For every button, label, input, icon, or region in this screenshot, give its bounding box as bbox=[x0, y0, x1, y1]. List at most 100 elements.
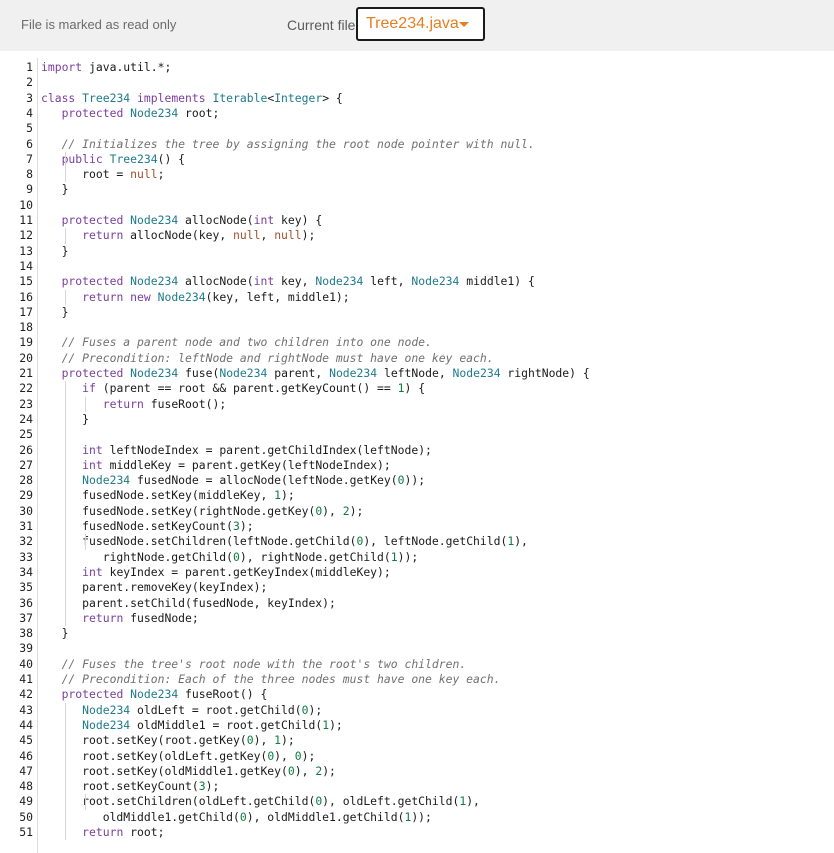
code-text: return allocNode(key, null, null); bbox=[82, 228, 316, 243]
code-text: // Fuses a parent node and two children … bbox=[61, 335, 432, 350]
current-file-name: Tree234.java bbox=[366, 15, 459, 32]
indent-guide bbox=[64, 381, 66, 627]
code-line: 7 public Tree234() { bbox=[0, 152, 834, 167]
code-line: 6 // Initializes the tree by assigning t… bbox=[0, 137, 834, 152]
code-text: protected Node234 allocNode(int key, Nod… bbox=[61, 274, 535, 289]
line-number: 21 bbox=[19, 366, 33, 380]
code-line: 27 int middleKey = parent.getKey(leftNod… bbox=[0, 458, 834, 473]
current-file-label: Current file: bbox=[287, 17, 360, 33]
line-number: 7 bbox=[26, 151, 33, 166]
code-line: 30 fusedNode.setKey(rightNode.getKey(0),… bbox=[0, 504, 834, 519]
code-line: 36 parent.setChild(fusedNode, keyIndex); bbox=[0, 596, 834, 611]
line-number: 8 bbox=[26, 167, 33, 182]
line-number: 25 bbox=[19, 427, 33, 442]
line-number: 45 bbox=[19, 733, 33, 748]
line-number: 24 bbox=[19, 411, 33, 426]
code-line: 39 bbox=[0, 641, 834, 656]
code-text: return fuseRoot(); bbox=[102, 396, 227, 411]
code-line: 22 if (parent == root && parent.getKeyCo… bbox=[0, 381, 834, 396]
line-number: 19 bbox=[19, 335, 33, 350]
code-line: 43 Node234 oldLeft = root.getChild(0); bbox=[0, 703, 834, 718]
code-text: // Fuses the tree's root node with the r… bbox=[61, 656, 467, 671]
code-line: 1 import java.util.*; bbox=[0, 60, 834, 75]
line-number: 32 bbox=[19, 534, 33, 549]
line-number: 38 bbox=[19, 626, 33, 641]
line-number: 2 bbox=[26, 75, 33, 90]
code-text: // Initializes the tree by assigning the… bbox=[61, 136, 535, 151]
code-text: import java.util.*; bbox=[41, 60, 172, 74]
code-line: 4 protected Node234 root; bbox=[0, 106, 834, 121]
editor-toolbar: File is marked as read only Current file… bbox=[0, 0, 834, 51]
code-line: 31 fusedNode.setKeyCount(3); bbox=[0, 519, 834, 534]
code-line: 14 bbox=[0, 259, 834, 274]
code-text: root.setKey(oldLeft.getKey(0), 0); bbox=[41, 748, 316, 763]
code-line: 50 oldMiddle1.getChild(0), oldMiddle1.ge… bbox=[0, 810, 834, 825]
line-number: 35 bbox=[19, 580, 33, 595]
line-number: 29 bbox=[19, 488, 33, 503]
line-number: 10 bbox=[19, 197, 33, 212]
code-line: 28 Node234 fusedNode = allocNode(leftNod… bbox=[0, 473, 834, 488]
code-editor[interactable]: 1 import java.util.*; 2 3 class Tree234 impl… bbox=[0, 58, 834, 853]
line-number: 49 bbox=[19, 794, 33, 809]
code-text: } bbox=[41, 243, 69, 258]
code-text: return new Node234(key, left, middle1); bbox=[82, 289, 350, 304]
code-text: oldMiddle1.getChild(0), oldMiddle1.getCh… bbox=[41, 809, 432, 824]
code-line: 46 root.setKey(oldLeft.getKey(0), 0); bbox=[0, 749, 834, 764]
code-text: protected Node234 root; bbox=[61, 105, 220, 120]
line-number: 14 bbox=[19, 258, 33, 273]
code-line: 40 // Fuses the tree's root node with th… bbox=[0, 657, 834, 672]
code-text: fusedNode.setChildren(leftNode.getChild(… bbox=[41, 534, 528, 549]
line-number: 36 bbox=[19, 595, 33, 610]
code-line: 2 bbox=[0, 75, 834, 90]
code-line: 44 Node234 oldMiddle1 = root.getChild(1)… bbox=[0, 718, 834, 733]
line-number: 42 bbox=[19, 687, 33, 702]
line-number: 15 bbox=[19, 274, 33, 289]
line-number: 9 bbox=[26, 182, 33, 197]
code-text: root.setKeyCount(3); bbox=[41, 779, 220, 794]
code-text: class Tree234 implements Iterable<Intege… bbox=[41, 90, 343, 105]
code-line: 15 protected Node234 allocNode(int key, … bbox=[0, 274, 834, 289]
line-number: 26 bbox=[19, 442, 33, 457]
code-line: 45 root.setKey(root.getKey(0), 1); bbox=[0, 733, 834, 748]
code-text: root.setKey(root.getKey(0), 1); bbox=[41, 733, 295, 748]
code-line: 51 return root; bbox=[0, 825, 834, 840]
current-file-dropdown[interactable]: Tree234.java bbox=[356, 7, 485, 41]
read-only-notice: File is marked as read only bbox=[21, 17, 177, 32]
line-number: 40 bbox=[19, 656, 33, 671]
line-number: 3 bbox=[26, 90, 33, 105]
code-line: 42 protected Node234 fuseRoot() { bbox=[0, 687, 834, 702]
code-line: 18 bbox=[0, 320, 834, 335]
code-line: 37 return fusedNode; bbox=[0, 611, 834, 626]
line-number: 33 bbox=[19, 549, 33, 564]
code-line: 41 // Precondition: Each of the three no… bbox=[0, 672, 834, 687]
code-text: fusedNode.setKey(middleKey, 1); bbox=[41, 488, 295, 503]
code-text: Node234 oldLeft = root.getChild(0); bbox=[82, 702, 323, 717]
line-number: 46 bbox=[19, 748, 33, 763]
line-number: 41 bbox=[19, 672, 33, 686]
line-number: 48 bbox=[19, 779, 33, 794]
line-number: 20 bbox=[19, 350, 33, 365]
indent-guide bbox=[85, 534, 87, 550]
code-text: public Tree234() { bbox=[61, 151, 186, 166]
code-text: protected Node234 fuseRoot() { bbox=[61, 687, 268, 702]
line-number: 34 bbox=[19, 564, 33, 579]
code-line: 3 class Tree234 implements Iterable<Integ… bbox=[0, 91, 834, 106]
code-line: 9 } bbox=[0, 182, 834, 197]
code-text: if (parent == root && parent.getKeyCount… bbox=[82, 381, 426, 396]
line-number: 22 bbox=[19, 381, 33, 396]
code-text: Node234 fusedNode = allocNode(leftNode.g… bbox=[82, 473, 426, 488]
line-number: 13 bbox=[19, 243, 33, 258]
code-line: 49 root.setChildren(oldLeft.getChild(0),… bbox=[0, 794, 834, 809]
line-number: 18 bbox=[19, 320, 33, 335]
code-line: 12 return allocNode(key, null, null); bbox=[0, 228, 834, 243]
line-number: 47 bbox=[19, 763, 33, 778]
code-text: protected Node234 fuse(Node234 parent, N… bbox=[61, 366, 590, 380]
line-number: 39 bbox=[19, 641, 33, 656]
code-line: 26 int leftNodeIndex = parent.getChildIn… bbox=[0, 443, 834, 458]
code-line: 35 parent.removeKey(keyIndex); bbox=[0, 580, 834, 595]
line-number: 51 bbox=[19, 825, 33, 839]
code-line: 34 int keyIndex = parent.getKeyIndex(mid… bbox=[0, 565, 834, 580]
code-text: root.setKey(oldMiddle1.getKey(0), 2); bbox=[41, 763, 336, 778]
indent-guide bbox=[64, 289, 66, 305]
chevron-down-icon bbox=[459, 22, 469, 27]
